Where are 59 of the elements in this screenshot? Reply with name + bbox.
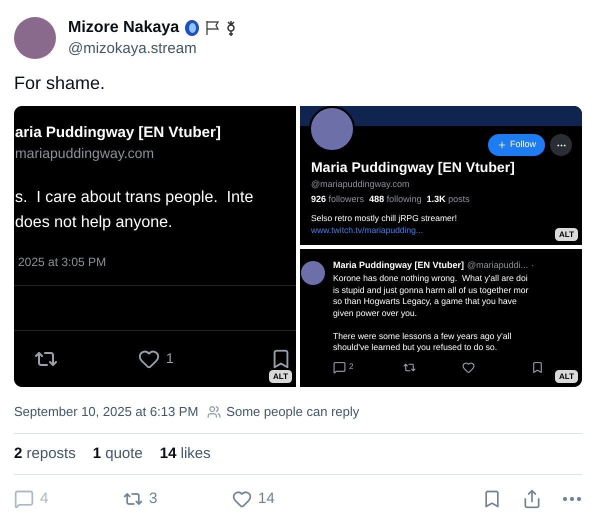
more-button[interactable] <box>550 134 572 156</box>
plus-icon <box>496 140 507 150</box>
post-timestamp: September 10, 2025 at 6:13 PM <box>14 403 198 422</box>
like-button[interactable]: 14 <box>232 488 341 510</box>
like-icon <box>232 489 252 509</box>
post-timestamp: 2025 at 3:05 PM <box>17 254 108 271</box>
engagement-stat[interactable]: 14 likes <box>160 442 211 466</box>
profile-link[interactable]: www.twitch.tv/mariapudding... <box>311 224 423 236</box>
avatar <box>301 261 325 285</box>
profile-handle: @mariapuddingway.com <box>311 178 411 191</box>
reply-count: 2 <box>349 361 354 373</box>
like-icon[interactable] <box>138 348 160 370</box>
post-screenshot[interactable]: aria Puddingway [EN Vtuber] mariapuddingway.com s. I care about trans people. Inte does not help anyone. 2025 at 3:05 PM 1 ALT <box>14 106 296 387</box>
reply-text-line: Korone has done nothing wrong. What y'all are doi <box>333 273 529 284</box>
post-text-line: s. I care about trans people. Inte <box>15 188 254 208</box>
reply-icon[interactable] <box>333 360 346 374</box>
reply-setting[interactable]: Some people can reply <box>226 402 360 422</box>
share-button[interactable] <box>522 489 542 509</box>
more-button[interactable] <box>562 497 582 501</box>
reply-author-name: Maria Puddingway [EN Vtuber] <box>333 259 464 272</box>
avatar[interactable] <box>14 16 56 58</box>
post-text: For shame. <box>14 72 106 95</box>
like-count: 1 <box>166 349 174 368</box>
transgender-symbol-icon <box>225 20 238 36</box>
post-text-line: does not help anyone. <box>15 213 174 233</box>
share-icon <box>522 489 542 509</box>
author-handle[interactable]: @mizokaya.stream <box>68 39 238 59</box>
profile-screenshot[interactable]: Follow Maria Puddingway [EN Vtuber] @mariapuddingway.com 926 followers 488 following 1.3K posts Selso retro mostly chill jRPG streamer! www.twitch.tv/mariapudding... ALT <box>300 106 582 245</box>
profile-bio: Selso retro mostly chill jRPG streamer! <box>311 212 458 224</box>
reply-text-line: so than Hogwarts Legacy, a game that you have <box>333 296 518 308</box>
bookmark-icon[interactable] <box>531 360 544 374</box>
reply-icon <box>14 489 34 509</box>
engagement-stat[interactable]: 2 reposts <box>14 442 76 466</box>
people-icon <box>207 405 222 419</box>
engagement-stat[interactable]: 1 quote <box>92 442 143 466</box>
author-name: aria Puddingway [EN Vtuber] <box>15 123 222 143</box>
reply-author-handle: @mariapuddi... <box>467 259 528 272</box>
reply-text-line: is stupid and just gonna harm all of us together mor <box>333 284 530 296</box>
repost-button[interactable]: 3 <box>123 488 232 510</box>
reply-text-line: should've learned but you refused to do so. <box>333 342 498 354</box>
author-handle: mariapuddingway.com <box>15 144 156 163</box>
profile-name: Maria Puddingway [EN Vtuber] <box>311 158 516 176</box>
like-icon[interactable] <box>462 360 476 374</box>
author-name[interactable]: Mizore Nakaya <box>68 18 180 38</box>
alt-badge[interactable]: ALT <box>269 370 292 383</box>
more-icon <box>563 497 581 501</box>
alt-badge[interactable]: ALT <box>555 370 578 383</box>
alt-badge[interactable]: ALT <box>555 228 578 241</box>
profile-stat: 1.3K posts <box>426 193 470 206</box>
follow-button[interactable]: Follow <box>488 134 545 156</box>
reply-screenshot[interactable] <box>300 249 582 387</box>
flag-icon <box>205 20 220 36</box>
reply-text-line: There were some lessons a few years ago y'all <box>333 330 512 342</box>
badge-icon <box>184 19 200 37</box>
reply-text-line: given power over you. <box>333 308 418 319</box>
profile-stat: 926 followers <box>311 193 364 206</box>
repost-icon[interactable] <box>403 360 416 374</box>
separator-dot: · <box>531 259 534 272</box>
profile-stat: 488 following <box>369 193 422 206</box>
